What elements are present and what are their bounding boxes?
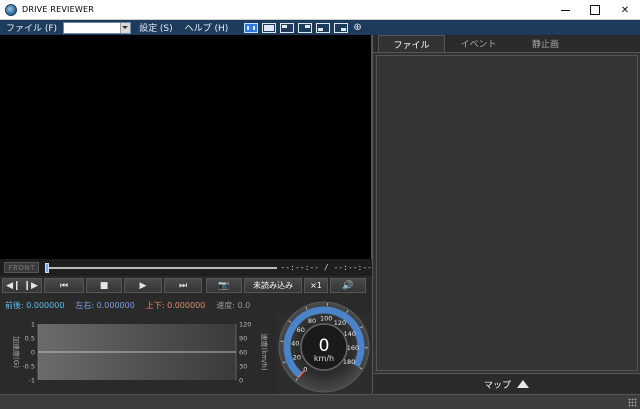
chevron-down-icon — [122, 25, 129, 29]
next-button[interactable]: ⏭ — [164, 278, 202, 293]
seek-track — [45, 266, 278, 269]
chevron-up-icon — [517, 380, 529, 388]
left-tick-label: -1 — [29, 377, 35, 385]
speed-tick-label: 120 — [334, 319, 346, 327]
layout-toolbar: ⊕ — [244, 22, 362, 33]
menu-settings[interactable]: 設定 (S) — [133, 21, 179, 34]
tab-event[interactable]: イベント — [445, 35, 512, 52]
layout-2-icon[interactable] — [280, 22, 295, 33]
left-right-value: 左右: 0.000000 — [75, 300, 135, 310]
menu-help[interactable]: ヘルプ (H) — [179, 21, 235, 34]
right-axis-label: 速度(km/h) — [260, 333, 269, 370]
left-tick-label: 0.5 — [25, 335, 35, 343]
rate-button[interactable]: ×1 — [304, 278, 328, 293]
camera-icon: 📷 — [218, 280, 230, 291]
right-tick-label: 0 — [239, 377, 243, 385]
frame-step-icon: ◀❙ ❙▶ — [6, 280, 38, 291]
speed-value: 速度: 0.0 — [216, 300, 251, 310]
app-logo-icon — [5, 3, 17, 16]
status-bar — [0, 394, 640, 409]
speedometer: 0 20 40 60 80 100 120 140 160 180 0 km/h — [276, 300, 372, 394]
file-combo[interactable] — [63, 21, 132, 34]
left-tick-label: -0.5 — [22, 363, 35, 371]
volume-button[interactable]: 🔊 — [330, 278, 366, 293]
close-button[interactable]: ✕ — [610, 0, 640, 20]
right-tick-label: 120 — [239, 321, 251, 329]
skip-next-icon: ⏭ — [178, 280, 188, 291]
capture-button[interactable]: 📷 — [206, 278, 242, 293]
menu-bar: ファイル (F) 設定 (S) ヘルプ (H) ⊕ — [0, 20, 640, 35]
panel-tabs: ファイル イベント 静止画 — [373, 35, 640, 53]
volume-icon: 🔊 — [342, 280, 354, 291]
acceleration-graph: 1 0.5 0 -0.5 -1 120 90 60 30 0 加速度(G) 速度(km/h) — [0, 315, 276, 394]
skip-previous-icon: ⏮ — [59, 280, 69, 291]
time-display: --:--:-- / --:--:-- — [280, 263, 372, 272]
maximize-button[interactable] — [580, 0, 610, 20]
speed-tick-label: 0 — [303, 366, 307, 374]
right-tick-label: 60 — [239, 349, 247, 357]
left-tick-label: 1 — [31, 321, 35, 329]
right-tick-label: 90 — [239, 335, 247, 343]
layout-full-icon[interactable] — [244, 22, 259, 33]
right-tick-label: 30 — [239, 363, 247, 371]
menu-file[interactable]: ファイル (F) — [0, 21, 63, 34]
minimize-button[interactable] — [550, 0, 580, 20]
window-controls: ✕ — [550, 0, 640, 20]
map-toggle-button[interactable]: マップ — [372, 373, 640, 394]
left-axis-label: 加速度(G) — [12, 336, 21, 368]
speed-tick-label: 60 — [297, 326, 305, 334]
rate-label: ×1 — [310, 281, 322, 290]
layout-1-icon[interactable] — [262, 22, 277, 33]
frame-step-button[interactable]: ◀❙ ❙▶ — [2, 278, 42, 293]
unread-button[interactable]: 未読み込み — [244, 278, 302, 293]
window-title: DRIVE REVIEWER — [22, 5, 94, 14]
tab-still[interactable]: 静止画 — [512, 35, 579, 52]
up-down-value: 上下: 0.000000 — [145, 300, 206, 310]
seek-thumb[interactable] — [45, 262, 50, 273]
video-view[interactable] — [0, 35, 372, 259]
play-icon: ▶ — [139, 280, 147, 291]
tab-file[interactable]: ファイル — [378, 35, 445, 52]
layout-5-icon[interactable] — [334, 22, 349, 33]
speed-unit: km/h — [313, 354, 335, 363]
layout-3-icon[interactable] — [298, 22, 313, 33]
resize-grip-icon[interactable] — [628, 398, 637, 407]
stop-button[interactable]: ■ — [86, 278, 122, 293]
seek-row: FRONT --:--:-- / --:--:-- — [0, 259, 372, 276]
speed-tick-label: 100 — [320, 314, 332, 322]
playback-controls: ◀❙ ❙▶ ⏮ ■ ▶ ⏭ 📷 未読み込み ×1 🔊 — [0, 276, 372, 295]
file-list[interactable] — [376, 55, 638, 371]
previous-button[interactable]: ⏮ — [44, 278, 84, 293]
left-tick-label: 0 — [31, 349, 35, 357]
speed-tick-label: 80 — [308, 317, 316, 325]
right-panel: ファイル イベント 静止画 — [372, 35, 640, 373]
map-label: マップ — [483, 380, 511, 391]
graph-svg: 1 0.5 0 -0.5 -1 120 90 60 30 0 加速度(G) 速度(km/h) — [12, 321, 269, 385]
right-axis-ticks: 120 90 60 30 0 — [239, 321, 251, 385]
stop-icon: ■ — [99, 280, 109, 291]
play-button[interactable]: ▶ — [124, 278, 162, 293]
unread-label: 未読み込み — [253, 281, 293, 290]
front-back-value: 前後: 0.000000 — [5, 300, 65, 310]
camera-label[interactable]: FRONT — [4, 262, 40, 273]
title-bar: DRIVE REVIEWER ✕ — [0, 0, 640, 20]
layout-4-icon[interactable] — [316, 22, 331, 33]
left-axis-ticks: 1 0.5 0 -0.5 -1 — [22, 321, 35, 385]
seek-slider[interactable] — [45, 262, 278, 274]
zoom-icon[interactable]: ⊕ — [353, 22, 361, 33]
speed-readout: 0 — [318, 336, 330, 356]
